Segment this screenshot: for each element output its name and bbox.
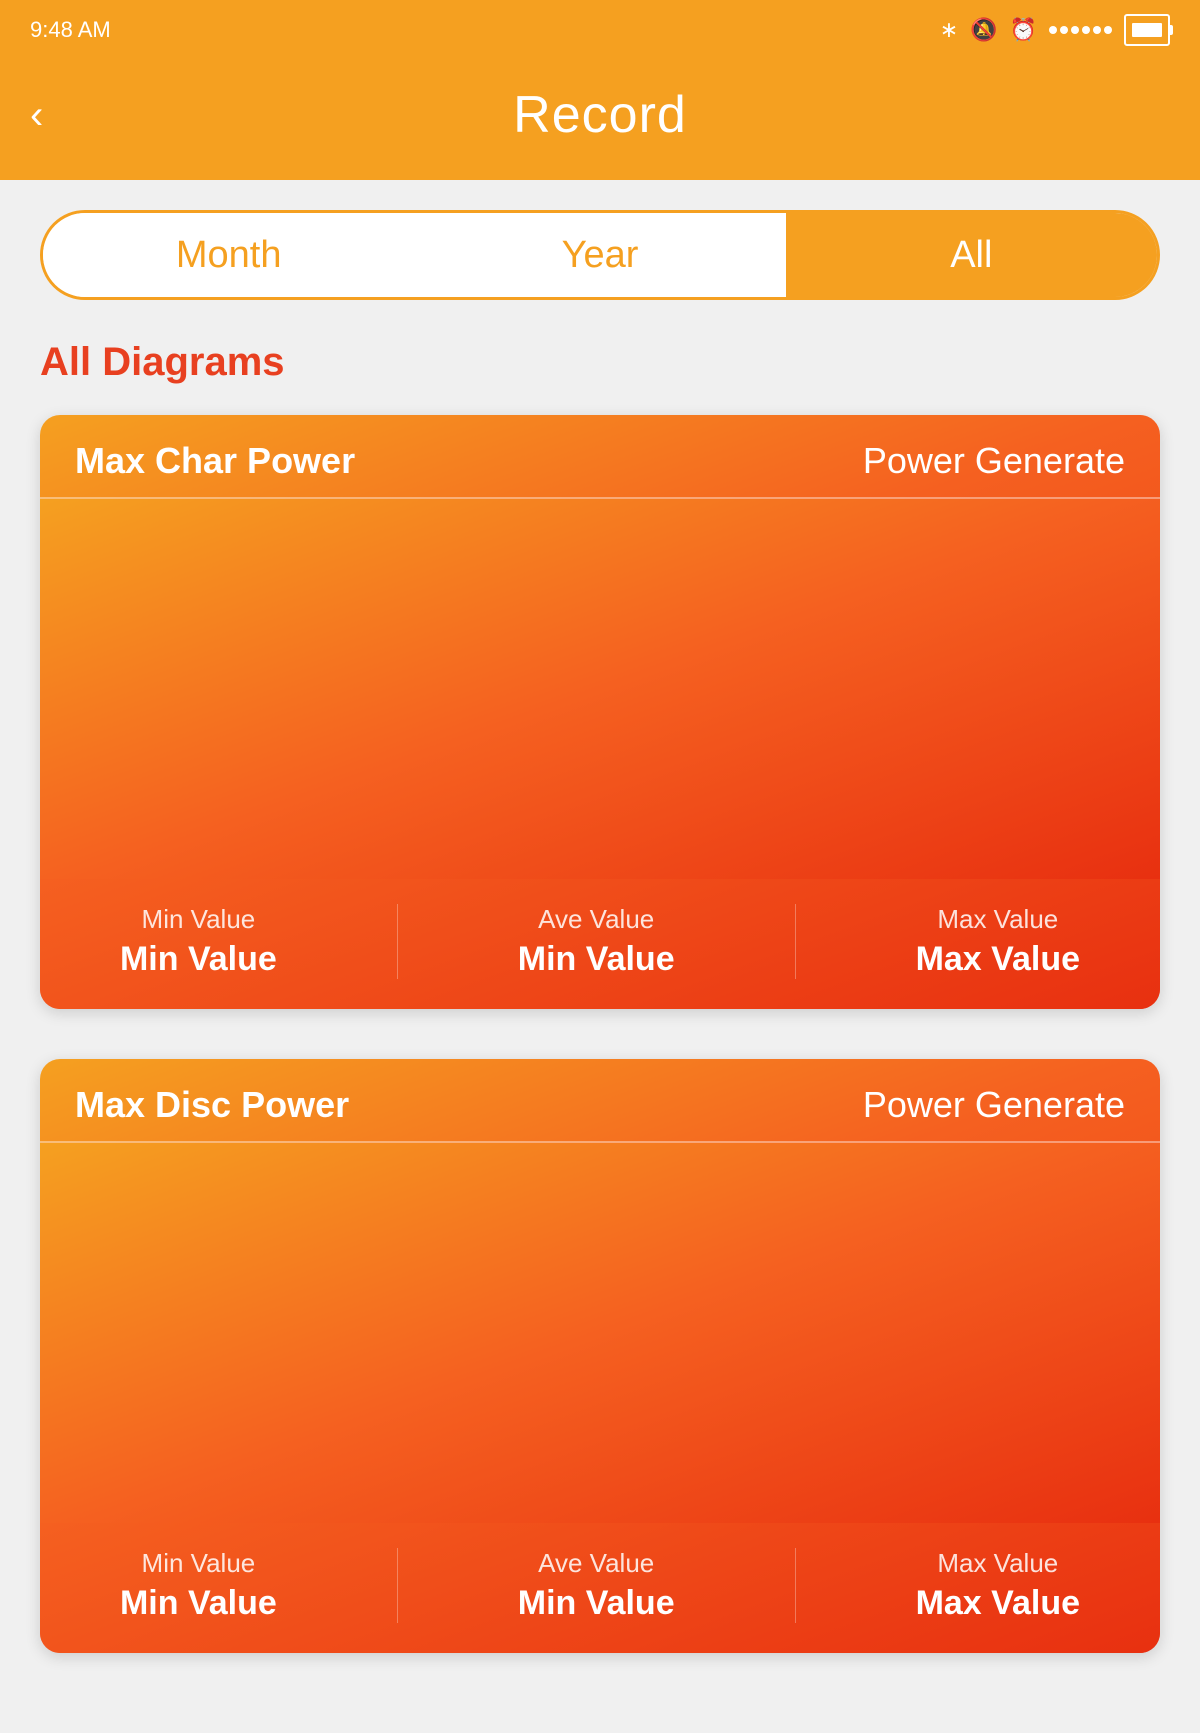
section-title: All Diagrams [40, 340, 1160, 385]
card-inner-disc: Max Disc Power Power Generate Min Value … [40, 1059, 1160, 1653]
divider-disc-2 [795, 1548, 796, 1623]
stat-max-disc-top-label: Max Value [937, 1548, 1058, 1579]
signal-icon [1049, 26, 1112, 34]
back-button[interactable]: ‹ [30, 93, 43, 138]
stat-min-disc: Min Value Min Value [120, 1548, 277, 1623]
tab-month[interactable]: Month [43, 213, 414, 297]
alarm-icon: ⏰ [1010, 17, 1037, 43]
char-power-card: Max Char Power Power Generate Min Value … [40, 415, 1160, 1009]
divider-char-1 [397, 904, 398, 979]
stat-max-disc: Max Value Max Value [916, 1548, 1080, 1623]
card-header-disc: Max Disc Power Power Generate [40, 1059, 1160, 1143]
card-header-char: Max Char Power Power Generate [40, 415, 1160, 499]
card-inner-char: Max Char Power Power Generate Min Value … [40, 415, 1160, 1009]
app-header: ‹ Record [0, 60, 1200, 180]
card-footer-disc: Min Value Min Value Ave Value Min Value … [40, 1523, 1160, 1653]
bluetooth-icon: ∗ [940, 17, 958, 43]
card-subtitle-disc-right: Power Generate [863, 1084, 1125, 1126]
stat-max-char-bottom-label: Max Value [916, 940, 1080, 979]
page-title: Record [513, 85, 687, 145]
stat-min-char: Min Value Min Value [120, 904, 277, 979]
status-bar: 9:48 AM ∗ 🔕 ⏰ [0, 0, 1200, 60]
tab-year[interactable]: Year [414, 213, 785, 297]
stat-min-char-bottom-label: Min Value [120, 940, 277, 979]
tab-all[interactable]: All [786, 213, 1157, 297]
divider-char-2 [795, 904, 796, 979]
stat-min-disc-top-label: Min Value [142, 1548, 256, 1579]
stat-ave-char-bottom-label: Min Value [518, 940, 675, 979]
status-time: 9:48 AM [30, 17, 111, 43]
stat-ave-char-top-label: Ave Value [538, 904, 654, 935]
chart-area-char [40, 499, 1160, 879]
stat-ave-disc-top-label: Ave Value [538, 1548, 654, 1579]
stat-max-char: Max Value Max Value [916, 904, 1080, 979]
battery-icon [1124, 14, 1170, 46]
stat-ave-disc-bottom-label: Min Value [518, 1584, 675, 1623]
chart-area-disc [40, 1143, 1160, 1523]
divider-disc-1 [397, 1548, 398, 1623]
card-footer-char: Min Value Min Value Ave Value Min Value … [40, 879, 1160, 1009]
stat-max-char-top-label: Max Value [937, 904, 1058, 935]
card-title-disc-left: Max Disc Power [75, 1084, 349, 1126]
main-content: Month Year All All Diagrams Max Char Pow… [0, 180, 1200, 1733]
stat-min-disc-bottom-label: Min Value [120, 1584, 277, 1623]
notification-icon: 🔕 [970, 17, 997, 43]
stat-ave-char: Ave Value Min Value [518, 904, 675, 979]
stat-max-disc-bottom-label: Max Value [916, 1584, 1080, 1623]
status-icons: ∗ 🔕 ⏰ [940, 14, 1170, 46]
card-subtitle-char-right: Power Generate [863, 440, 1125, 482]
stat-ave-disc: Ave Value Min Value [518, 1548, 675, 1623]
card-title-char-left: Max Char Power [75, 440, 355, 482]
tab-selector: Month Year All [40, 210, 1160, 300]
disc-power-card: Max Disc Power Power Generate Min Value … [40, 1059, 1160, 1653]
stat-min-char-top-label: Min Value [142, 904, 256, 935]
